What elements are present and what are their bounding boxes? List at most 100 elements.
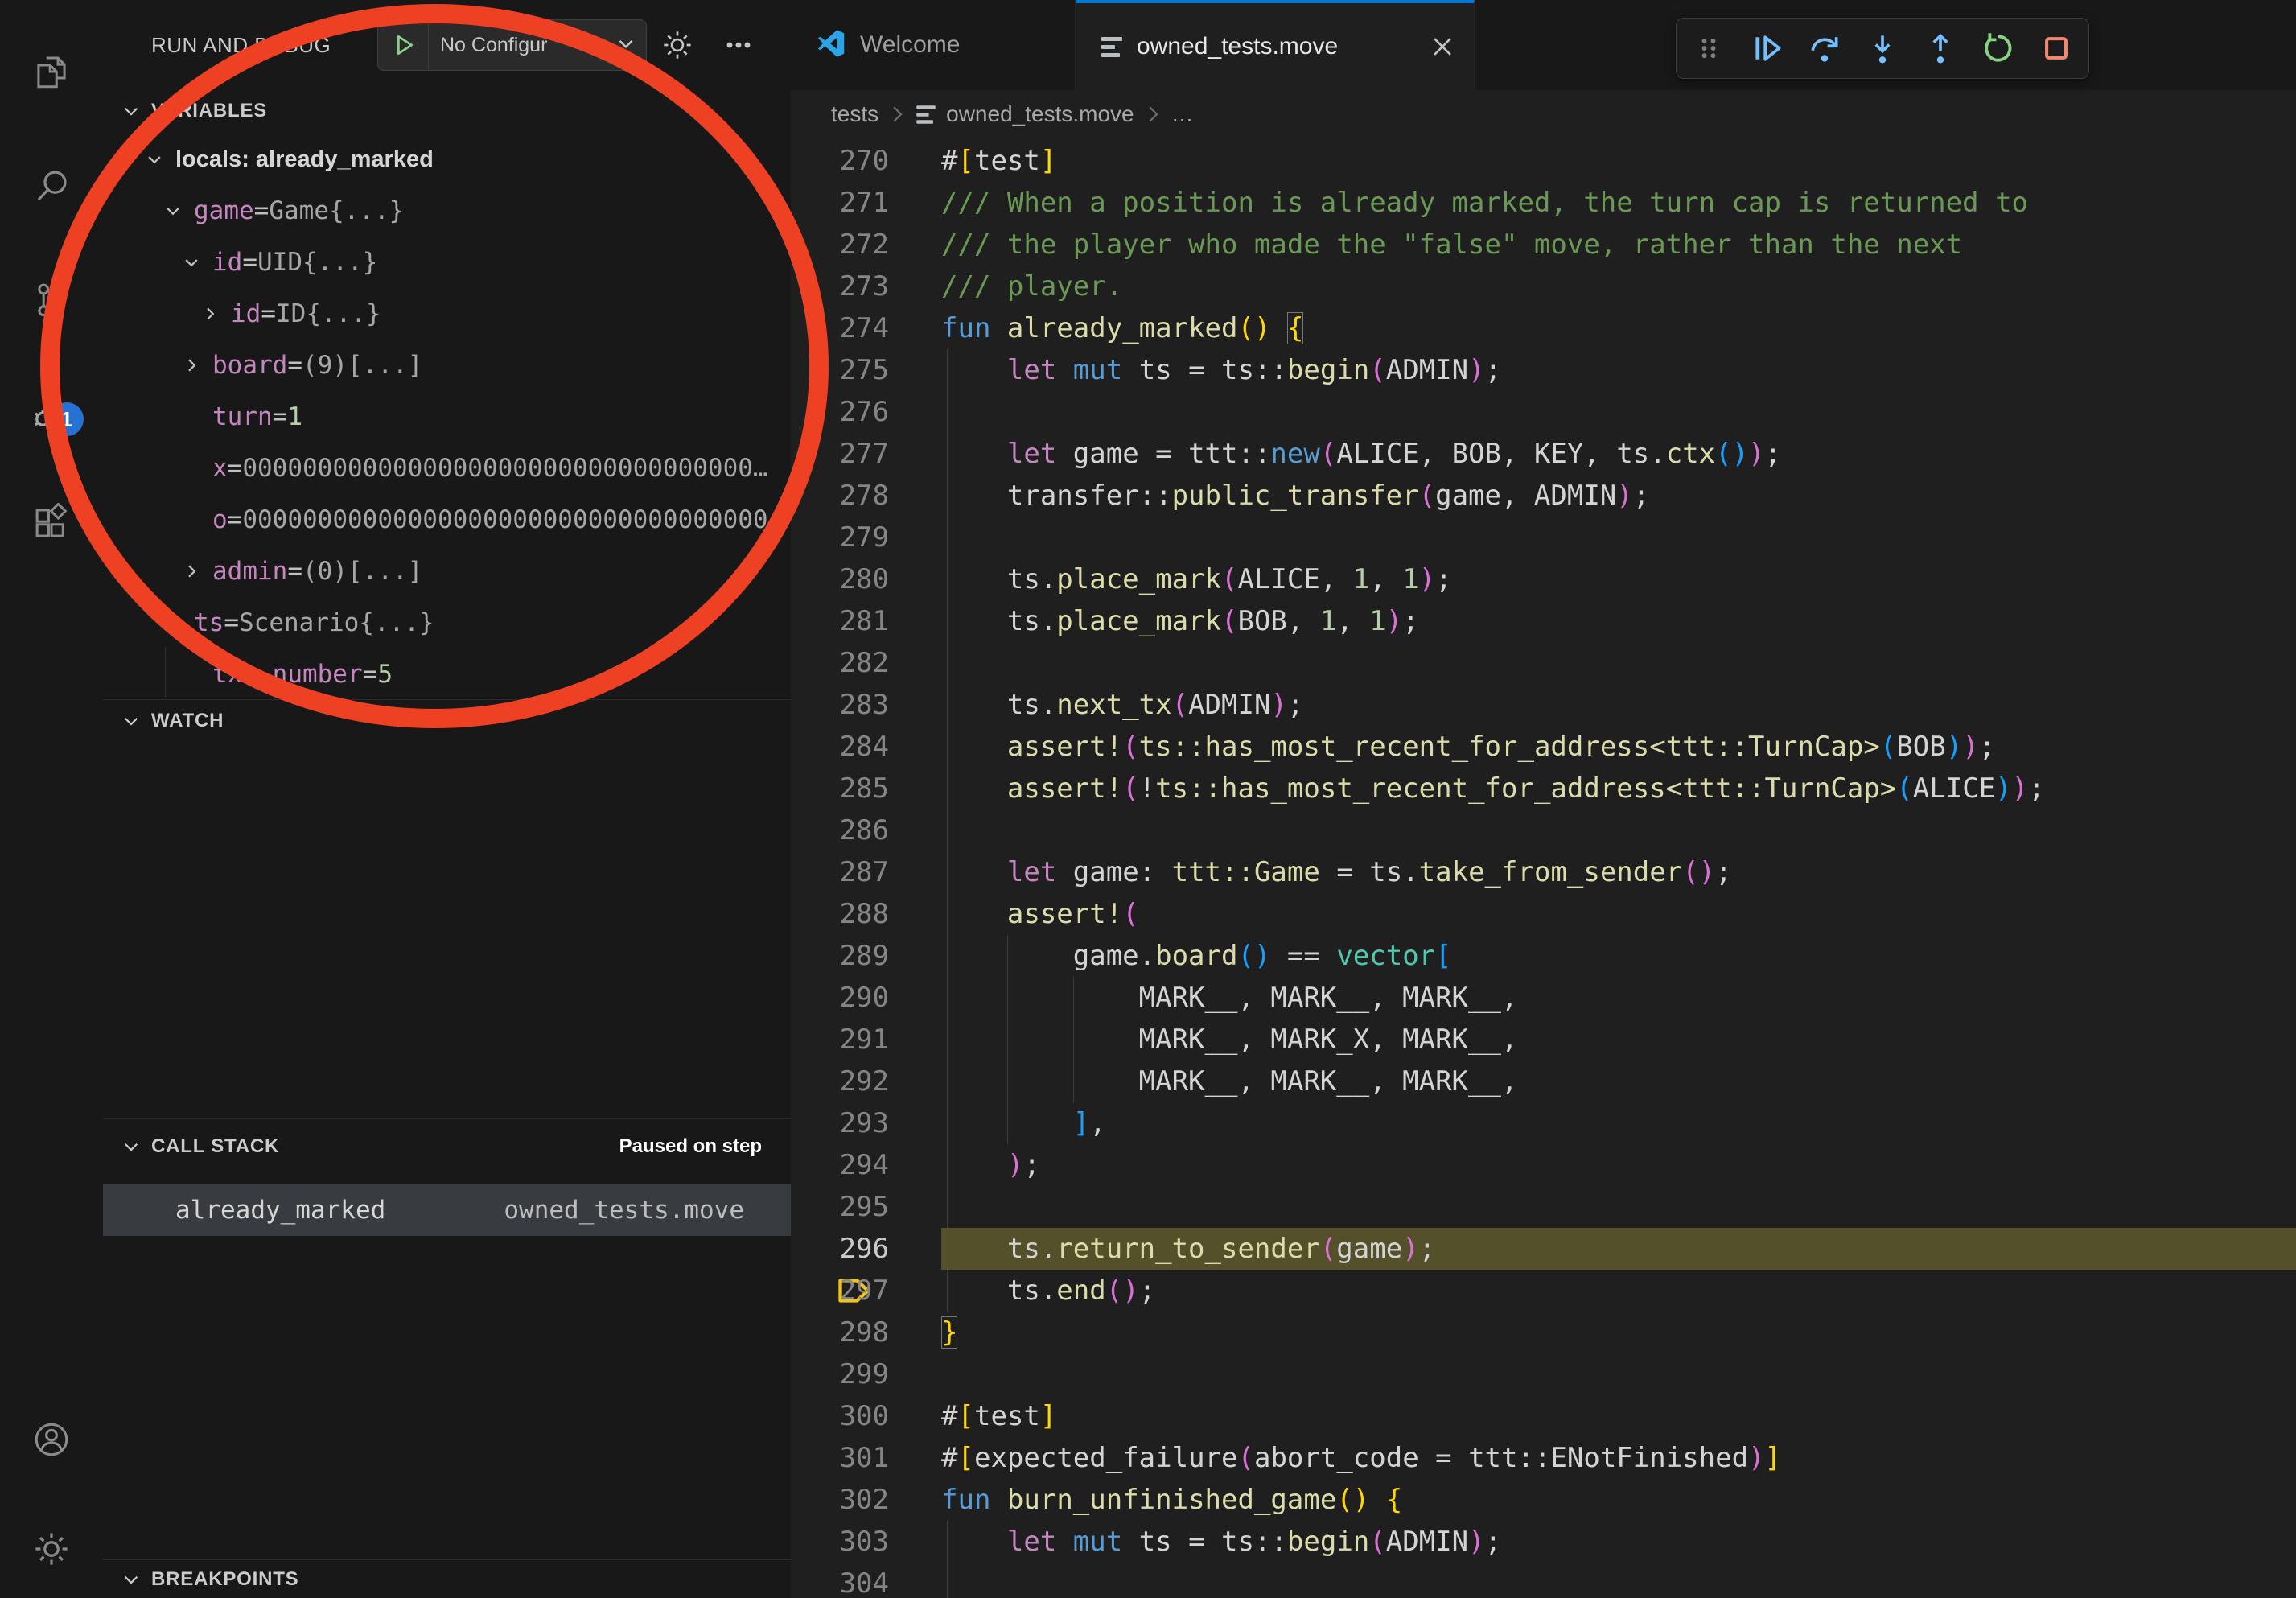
code-text[interactable]: #[test] xyxy=(941,1395,1056,1437)
code-text[interactable]: ts.return_to_sender(game); xyxy=(941,1228,1435,1270)
line-number-gutter[interactable]: 283 xyxy=(791,684,889,726)
code-text[interactable]: ); xyxy=(941,1144,1040,1186)
chevron-down-icon[interactable] xyxy=(145,149,175,170)
line-number-gutter[interactable]: 295 xyxy=(791,1186,889,1228)
chevron-right-icon[interactable] xyxy=(182,355,212,376)
line-number-gutter[interactable]: 299 xyxy=(791,1353,889,1395)
breadcrumb-file[interactable]: owned_tests.move xyxy=(946,101,1134,127)
line-number-gutter[interactable]: 279 xyxy=(791,517,889,558)
stop-button[interactable] xyxy=(2035,27,2077,69)
variable-row[interactable]: turn = 1 xyxy=(103,391,791,443)
code-text[interactable]: assert!(!ts::has_most_recent_for_address… xyxy=(941,768,2045,809)
activity-source-control[interactable] xyxy=(0,262,103,340)
code-text[interactable]: fun burn_unfinished_game() { xyxy=(941,1479,1402,1521)
line-number-gutter[interactable]: 285 xyxy=(791,768,889,809)
line-number-gutter[interactable]: 282 xyxy=(791,642,889,684)
line-number-gutter[interactable]: 277 xyxy=(791,433,889,475)
watch-section-header[interactable]: WATCH xyxy=(103,700,791,742)
variable-row[interactable]: board = (9)[...] xyxy=(103,340,791,391)
chevron-down-icon[interactable] xyxy=(163,200,194,221)
code-text[interactable]: let game = ttt::new(ALICE, BOB, KEY, ts.… xyxy=(941,433,1781,475)
activity-settings[interactable] xyxy=(0,1512,103,1589)
variable-row[interactable]: id = UID{...} xyxy=(103,237,791,288)
step-out-button[interactable] xyxy=(1920,27,1961,69)
line-number-gutter[interactable]: 292 xyxy=(791,1061,889,1102)
code-text[interactable]: #[expected_failure(abort_code = ttt::ENo… xyxy=(941,1437,1781,1479)
line-number-gutter[interactable]: 290 xyxy=(791,977,889,1019)
line-number-gutter[interactable]: 288 xyxy=(791,893,889,935)
step-into-button[interactable] xyxy=(1862,27,1903,69)
debug-configuration-dropdown[interactable]: No Configur xyxy=(377,19,647,71)
tab-welcome[interactable]: Welcome xyxy=(791,0,1076,90)
breadcrumb-symbol[interactable]: … xyxy=(1171,101,1194,127)
code-text[interactable]: ], xyxy=(941,1102,1106,1144)
line-number-gutter[interactable]: 297 xyxy=(791,1270,889,1312)
variable-row[interactable]: txn_number = 5 xyxy=(103,649,791,700)
call-stack-section-header[interactable]: CALL STACK Paused on step xyxy=(103,1120,791,1173)
chevron-right-icon[interactable] xyxy=(200,303,231,324)
chevron-down-icon[interactable] xyxy=(163,612,194,633)
activity-account[interactable] xyxy=(0,1402,103,1480)
line-number-gutter[interactable]: 286 xyxy=(791,809,889,851)
breakpoints-section-header[interactable]: BREAKPOINTS xyxy=(103,1560,791,1598)
code-text[interactable]: } xyxy=(941,1312,957,1353)
code-text[interactable]: assert!( xyxy=(941,893,1139,935)
code-text[interactable]: assert!(ts::has_most_recent_for_address<… xyxy=(941,726,1995,768)
code-text[interactable]: ts.place_mark(ALICE, 1, 1); xyxy=(941,558,1452,600)
line-number-gutter[interactable]: 270 xyxy=(791,140,889,182)
step-over-button[interactable] xyxy=(1804,27,1845,69)
line-number-gutter[interactable]: 284 xyxy=(791,726,889,768)
activity-explorer[interactable] xyxy=(0,35,103,112)
continue-button[interactable] xyxy=(1746,27,1788,69)
activity-extensions[interactable] xyxy=(0,486,103,563)
debug-settings-gear-icon[interactable] xyxy=(660,27,695,63)
variable-row[interactable]: x = 0000000000000000000000000000000000… xyxy=(103,443,791,494)
call-stack-frame[interactable]: already_marked owned_tests.move xyxy=(103,1184,791,1236)
code-text[interactable]: MARK__, MARK__, MARK__, xyxy=(941,1061,1517,1102)
code-text[interactable]: fun already_marked() { xyxy=(941,307,1303,349)
variable-row[interactable]: o = 00000000000000000000000000000000000. xyxy=(103,494,791,546)
line-number-gutter[interactable]: 293 xyxy=(791,1102,889,1144)
variable-row[interactable]: id = ID{...} xyxy=(103,288,791,340)
line-number-gutter[interactable]: 273 xyxy=(791,266,889,307)
line-number-gutter[interactable]: 294 xyxy=(791,1144,889,1186)
chevron-right-icon[interactable] xyxy=(182,561,212,582)
line-number-gutter[interactable]: 289 xyxy=(791,935,889,977)
line-number-gutter[interactable]: 276 xyxy=(791,391,889,433)
code-text[interactable]: let game: ttt::Game = ts.take_from_sende… xyxy=(941,851,1732,893)
more-actions-icon[interactable] xyxy=(721,27,756,63)
code-text[interactable]: ts.next_tx(ADMIN); xyxy=(941,684,1303,726)
code-text[interactable]: MARK__, MARK__, MARK__, xyxy=(941,977,1517,1019)
code-text[interactable]: ts.end(); xyxy=(941,1270,1155,1312)
breadcrumb-tests[interactable]: tests xyxy=(831,101,878,127)
code-text[interactable]: let mut ts = ts::begin(ADMIN); xyxy=(941,1521,1501,1563)
line-number-gutter[interactable]: 291 xyxy=(791,1019,889,1061)
code-text[interactable]: game.board() == vector[ xyxy=(941,935,1452,977)
restart-button[interactable] xyxy=(1977,27,2019,69)
line-number-gutter[interactable]: 281 xyxy=(791,600,889,642)
line-number-gutter[interactable]: 296 xyxy=(791,1228,889,1270)
line-number-gutter[interactable]: 287 xyxy=(791,851,889,893)
variable-row[interactable]: ts = Scenario{...} xyxy=(103,597,791,649)
code-text[interactable]: /// the player who made the "false" move… xyxy=(941,224,1962,266)
code-text[interactable]: #[test] xyxy=(941,140,1056,182)
tab-owned-tests-move[interactable]: owned_tests.move xyxy=(1076,0,1475,90)
line-number-gutter[interactable]: 278 xyxy=(791,475,889,517)
line-number-gutter[interactable]: 301 xyxy=(791,1437,889,1479)
line-number-gutter[interactable]: 304 xyxy=(791,1563,889,1598)
code-text[interactable]: /// When a position is already marked, t… xyxy=(941,182,2028,224)
line-number-gutter[interactable]: 300 xyxy=(791,1395,889,1437)
code-text[interactable]: let mut ts = ts::begin(ADMIN); xyxy=(941,349,1501,391)
activity-search[interactable] xyxy=(0,150,103,227)
variables-section-header[interactable]: VARIABLES xyxy=(103,90,791,132)
line-number-gutter[interactable]: 303 xyxy=(791,1521,889,1563)
code-text[interactable]: ts.place_mark(BOB, 1, 1); xyxy=(941,600,1419,642)
code-text[interactable]: MARK__, MARK_X, MARK__, xyxy=(941,1019,1517,1061)
close-icon[interactable] xyxy=(1429,33,1456,60)
line-number-gutter[interactable]: 271 xyxy=(791,182,889,224)
drag-grip-icon[interactable] xyxy=(1688,27,1730,69)
line-number-gutter[interactable]: 298 xyxy=(791,1312,889,1353)
variable-row[interactable]: admin = (0)[...] xyxy=(103,546,791,597)
line-number-gutter[interactable]: 302 xyxy=(791,1479,889,1521)
line-number-gutter[interactable]: 280 xyxy=(791,558,889,600)
